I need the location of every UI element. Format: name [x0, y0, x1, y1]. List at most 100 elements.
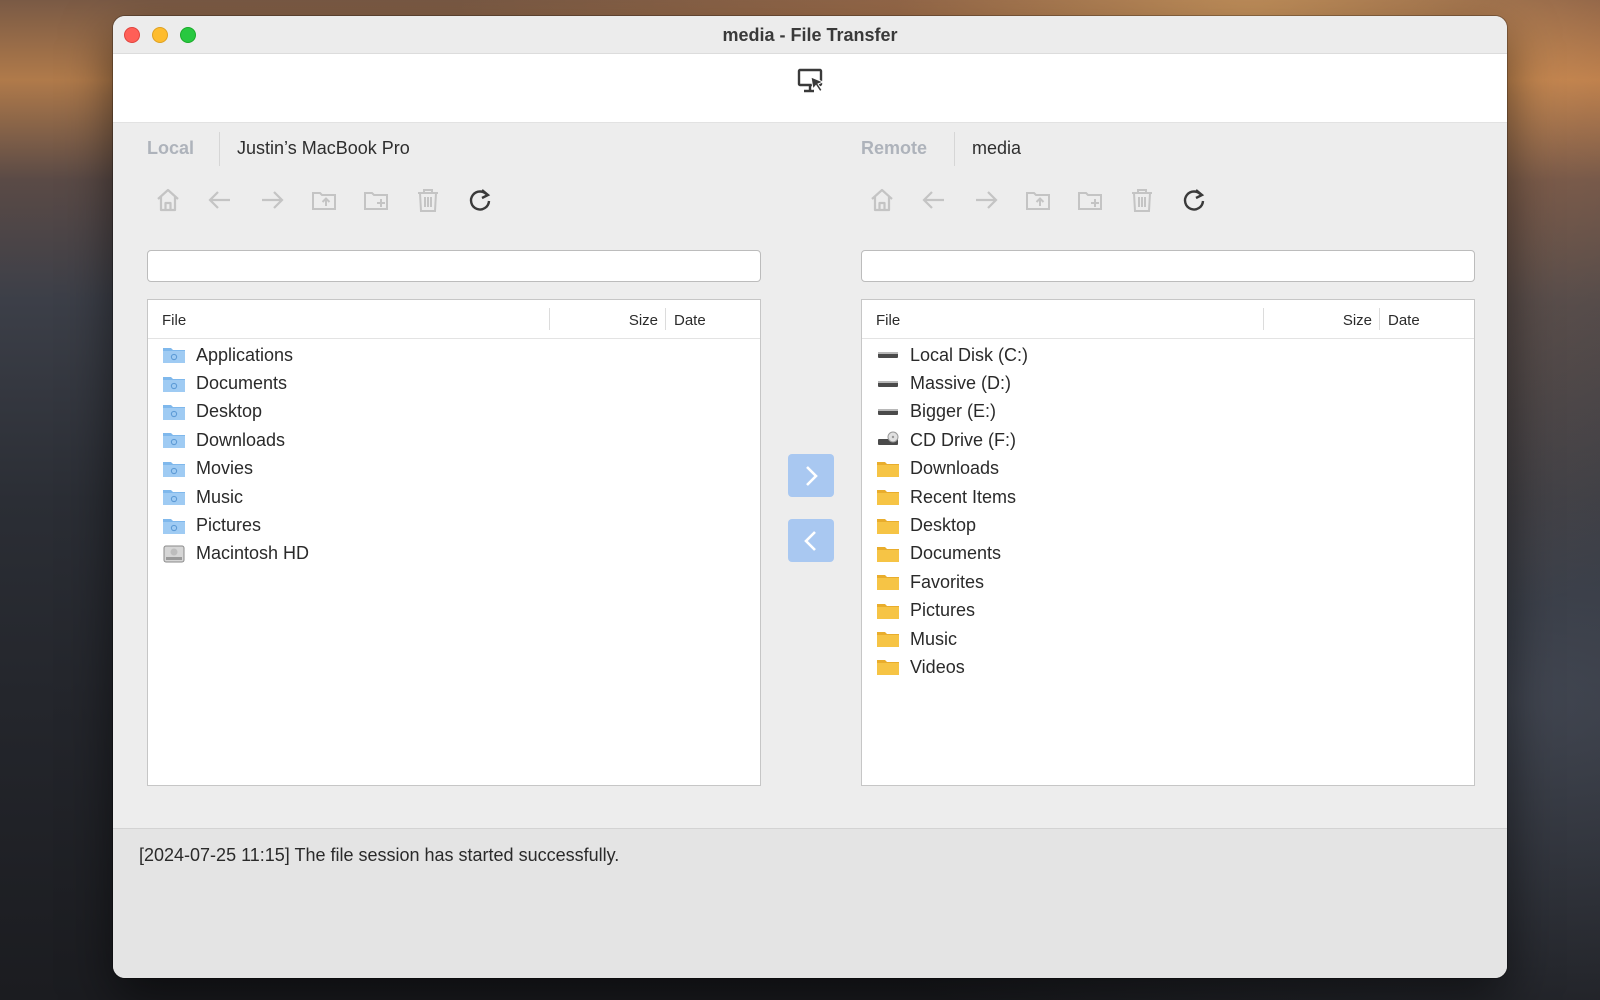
remote-new-folder-button[interactable]: [1074, 184, 1106, 216]
local-parent-folder-button[interactable]: [308, 184, 340, 216]
log-panel: [2024-07-25 11:15] The file session has …: [113, 828, 1507, 978]
item-label: Movies: [196, 458, 254, 479]
list-item[interactable]: Documents: [148, 369, 760, 397]
yellow-folder-icon: [876, 629, 900, 649]
list-item[interactable]: Downloads: [148, 426, 760, 454]
home-icon: [871, 188, 893, 212]
list-item[interactable]: Macintosh HD: [148, 540, 760, 568]
list-item[interactable]: Local Disk (C:): [862, 341, 1474, 369]
list-item[interactable]: Recent Items: [862, 483, 1474, 511]
forward-arrow-icon: [976, 191, 998, 209]
column-divider: [1379, 308, 1380, 330]
remote-host-name: media: [972, 138, 1022, 158]
remote-delete-button[interactable]: [1126, 184, 1158, 216]
list-item[interactable]: Applications: [148, 341, 760, 369]
home-icon: [157, 188, 179, 212]
local-home-button[interactable]: [152, 184, 184, 216]
local-refresh-button[interactable]: [464, 184, 496, 216]
column-divider: [1263, 308, 1264, 330]
local-kind-label: Local: [147, 138, 195, 158]
local-list-header: File Size Date: [148, 300, 760, 339]
chevron-right-icon: [806, 465, 818, 486]
remote-parent-folder-button[interactable]: [1022, 184, 1054, 216]
remote-list-header: File Size Date: [862, 300, 1474, 339]
disk-drive-icon: [876, 402, 900, 422]
item-label: Desktop: [196, 401, 263, 422]
top-toolbar: [113, 54, 1507, 123]
yellow-folder-icon: [876, 544, 900, 564]
item-label: Favorites: [910, 571, 985, 592]
list-item[interactable]: Massive (D:): [862, 369, 1474, 397]
file-transfer-window: media - File Transfer Local Justin’s Mac…: [113, 16, 1507, 978]
list-item[interactable]: Documents: [862, 540, 1474, 568]
list-item[interactable]: Pictures: [148, 511, 760, 539]
item-label: Pictures: [196, 515, 262, 536]
blue-folder-pictures-icon: [162, 516, 186, 536]
back-arrow-icon: [208, 191, 230, 209]
cd-drive-icon: [876, 430, 900, 450]
trash-icon: [1132, 189, 1152, 212]
item-label: Applications: [196, 344, 294, 365]
title-bar: media - File Transfer: [113, 16, 1507, 54]
local-file-list[interactable]: File Size Date Applications Documents Desk…: [147, 299, 761, 786]
new-folder-icon: [1078, 192, 1102, 210]
forward-arrow-icon: [262, 191, 284, 209]
list-item[interactable]: Movies: [148, 455, 760, 483]
remote-kind-label: Remote: [861, 138, 928, 158]
yellow-folder-icon: [876, 487, 900, 507]
list-item[interactable]: Bigger (E:): [862, 398, 1474, 426]
local-delete-button[interactable]: [412, 184, 444, 216]
download-to-local-button[interactable]: [788, 519, 834, 562]
size-column-header[interactable]: Size: [629, 312, 658, 329]
remote-forward-button[interactable]: [970, 184, 1002, 216]
local-pane: Local Justin’s MacBook Pro File Size Dat…: [147, 124, 761, 786]
date-column-header[interactable]: Date: [1388, 312, 1420, 329]
list-item[interactable]: Music: [862, 625, 1474, 653]
remote-screen-icon[interactable]: [796, 66, 826, 96]
blue-folder-movies-icon: [162, 459, 186, 479]
remote-refresh-button[interactable]: [1178, 184, 1210, 216]
list-item[interactable]: Videos: [862, 653, 1474, 681]
size-column-header[interactable]: Size: [1343, 312, 1372, 329]
remote-home-button[interactable]: [866, 184, 898, 216]
file-column-header[interactable]: File: [162, 312, 186, 329]
item-label: Documents: [196, 373, 288, 394]
item-label: CD Drive (F:): [910, 429, 1016, 450]
upload-to-remote-button[interactable]: [788, 454, 834, 497]
file-column-header[interactable]: File: [876, 312, 900, 329]
blue-folder-documents-icon: [162, 374, 186, 394]
local-path-input[interactable]: [147, 250, 761, 282]
item-label: Massive (D:): [910, 373, 1012, 394]
item-label: Music: [196, 486, 244, 507]
blue-folder-applications-icon: [162, 345, 186, 365]
item-label: Downloads: [910, 458, 1000, 479]
divider: [954, 132, 955, 166]
remote-file-list[interactable]: File Size Date Local Disk (C:) Massive (D…: [861, 299, 1475, 786]
local-back-button[interactable]: [204, 184, 236, 216]
remote-pane-header: Remote media: [861, 124, 1475, 172]
window-title: media - File Transfer: [722, 25, 898, 45]
blue-folder-downloads-icon: [162, 430, 186, 450]
local-pane-header: Local Justin’s MacBook Pro: [147, 124, 761, 172]
list-item[interactable]: CD Drive (F:): [862, 426, 1474, 454]
list-item[interactable]: Music: [148, 483, 760, 511]
remote-pane: Remote media File Size Date Local Disk (…: [861, 124, 1475, 786]
item-label: Pictures: [910, 600, 976, 621]
disk-drive-icon: [876, 374, 900, 394]
local-new-folder-button[interactable]: [360, 184, 392, 216]
yellow-folder-icon: [876, 601, 900, 621]
item-label: Desktop: [910, 515, 977, 536]
local-forward-button[interactable]: [256, 184, 288, 216]
list-item[interactable]: Downloads: [862, 455, 1474, 483]
list-item[interactable]: Desktop: [148, 398, 760, 426]
remote-path-input[interactable]: [861, 250, 1475, 282]
disk-drive-icon: [876, 345, 900, 365]
remote-back-button[interactable]: [918, 184, 950, 216]
blue-folder-music-icon: [162, 487, 186, 507]
remote-nav-toolbar: [861, 178, 1475, 236]
column-divider: [665, 308, 666, 330]
list-item[interactable]: Pictures: [862, 597, 1474, 625]
list-item[interactable]: Desktop: [862, 511, 1474, 539]
list-item[interactable]: Favorites: [862, 568, 1474, 596]
date-column-header[interactable]: Date: [674, 312, 706, 329]
